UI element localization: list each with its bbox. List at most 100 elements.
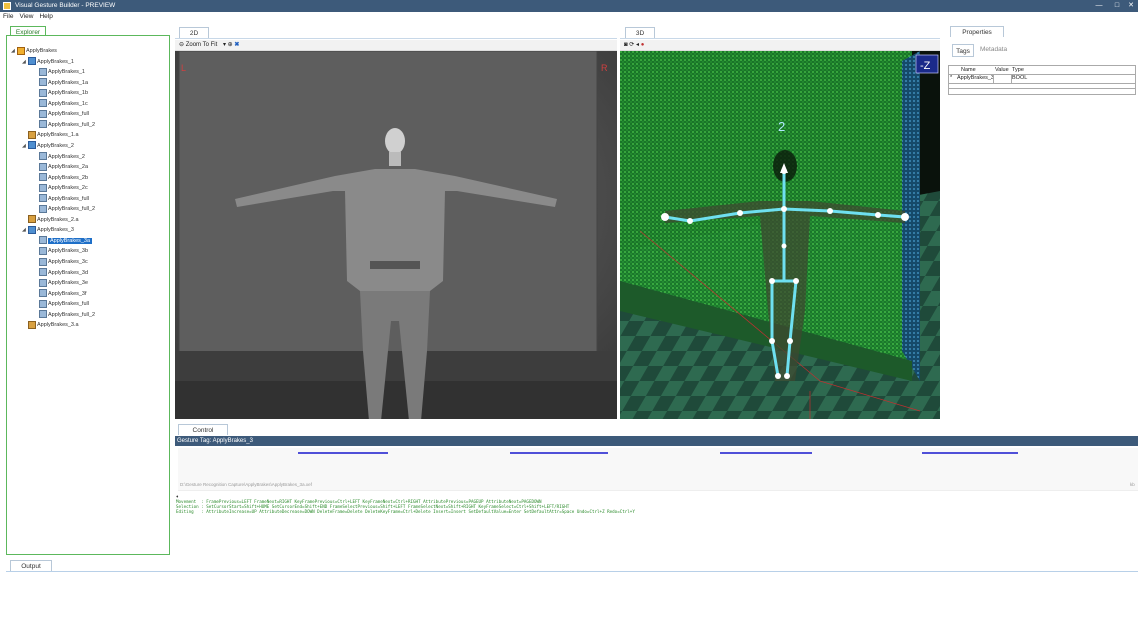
clip-icon	[39, 78, 47, 87]
tree-item-label: ApplyBrakes_2a	[48, 164, 89, 171]
tags-grid: Name Value Type * ApplyBrakes_3 BOOL	[948, 65, 1136, 95]
tree-item[interactable]: ApplyBrakes_full	[33, 194, 89, 204]
window-title: Visual Gesture Builder - PREVIEW	[15, 2, 116, 9]
tab-output[interactable]: Output	[10, 560, 52, 571]
tab-metadata[interactable]: Metadata	[980, 46, 1007, 53]
tab-control[interactable]: Control	[178, 424, 228, 435]
zoom-icon[interactable]: ⊖	[179, 42, 184, 48]
timeline[interactable]: D:\Gesture Recognition Capture\ApplyBrak…	[178, 448, 1138, 491]
tree-item[interactable]: ◢ ApplyBrakes	[11, 46, 57, 56]
clip-icon	[39, 194, 47, 203]
tree-item[interactable]: ApplyBrakes_full	[33, 109, 89, 119]
skeleton-view-3d[interactable]: -Z 2	[620, 51, 940, 419]
tag-name-cell[interactable]: ApplyBrakes_3	[957, 75, 994, 81]
explorer-panel: ◢ ApplyBrakes ◢ ApplyBrakes_1 ApplyBrakes_1 A…	[6, 35, 170, 555]
tree-item[interactable]: ApplyBrakes_3d	[33, 268, 88, 278]
tree-item-label: ApplyBrakes_full_2	[48, 311, 96, 318]
speaker-icon[interactable]: ◂	[636, 42, 639, 48]
tab-3d[interactable]: 3D	[625, 27, 655, 38]
tree-item[interactable]: ApplyBrakes_2c	[33, 183, 88, 193]
tree-item[interactable]: ApplyBrakes_full_2	[33, 310, 95, 320]
clip-icon	[39, 299, 47, 308]
crosshair-icon[interactable]: ⊕	[228, 42, 233, 48]
tree-item-label: ApplyBrakes_1c	[48, 100, 88, 107]
menu-help[interactable]: Help	[36, 12, 55, 22]
tree-item-label: ApplyBrakes_2	[48, 153, 85, 160]
gesture-tag-label: Gesture Tag: ApplyBrakes_3	[177, 438, 253, 444]
minimize-button[interactable]: —	[1092, 1, 1106, 11]
title-bar: Visual Gesture Builder - PREVIEW — □ ✕	[0, 0, 1138, 12]
record-icon[interactable]: ●	[641, 42, 645, 48]
point-cloud: -Z 2	[620, 51, 940, 419]
file-icon	[28, 215, 36, 224]
tree-item-label: ApplyBrakes_2	[37, 142, 74, 149]
tree-item[interactable]: ApplyBrakes_2a	[33, 162, 88, 172]
tree-item[interactable]: ApplyBrakes_3e	[33, 278, 88, 288]
table-row[interactable]	[949, 82, 1135, 89]
tree-item-label: ApplyBrakes_2b	[48, 174, 89, 181]
keyframe-segment[interactable]	[720, 452, 812, 454]
tree-item[interactable]: ◢ ApplyBrakes_2	[22, 141, 74, 151]
tree-item[interactable]: ◢ ApplyBrakes_1	[22, 57, 74, 67]
gesture-tag-bar: Gesture Tag: ApplyBrakes_3	[175, 436, 1138, 446]
close-button[interactable]: ✕	[1124, 1, 1138, 11]
clip-icon	[39, 246, 47, 255]
tree-item-label: ApplyBrakes_1.a	[37, 132, 79, 139]
tab-2d[interactable]: 2D	[179, 27, 209, 38]
zoom-to-fit-button[interactable]: Zoom To Fit	[186, 42, 218, 48]
clip-icon	[39, 67, 47, 76]
tree-item-label: ApplyBrakes_full_2	[48, 206, 96, 213]
tree-item[interactable]: ApplyBrakes_2	[33, 152, 85, 162]
depth-view-2d[interactable]: L R	[175, 51, 617, 419]
tree-item-label: ApplyBrakes_3f	[48, 290, 87, 297]
corner-label-left: L	[181, 63, 186, 73]
tree-item[interactable]: ApplyBrakes_1b	[33, 88, 88, 98]
column-name: Name	[961, 67, 976, 73]
tree-item-label: ApplyBrakes_1a	[48, 79, 89, 86]
tree-item[interactable]: ApplyBrakes_3a	[33, 236, 93, 246]
tree-item-label: ApplyBrakes_full_2	[48, 121, 96, 128]
maximize-button[interactable]: □	[1110, 1, 1124, 11]
tree-item[interactable]: ApplyBrakes_3.a	[22, 320, 79, 330]
clip-icon	[39, 173, 47, 182]
tag-type-cell[interactable]: BOOL	[1012, 75, 1027, 81]
tree-item-label: ApplyBrakes_1	[37, 58, 74, 65]
tree-item[interactable]: ApplyBrakes_full_2	[33, 120, 95, 130]
keyframe-segment[interactable]	[922, 452, 1018, 454]
tree-item[interactable]: ApplyBrakes_3b	[33, 246, 88, 256]
tree-item[interactable]: ApplyBrakes_3c	[33, 257, 88, 267]
tree-item-label: ApplyBrakes_3d	[48, 269, 89, 276]
tree-item[interactable]: ApplyBrakes_1.a	[22, 130, 79, 140]
tree-item-label: ApplyBrakes_3	[37, 227, 74, 234]
column-type: Type	[1012, 67, 1024, 73]
tree-item[interactable]: ApplyBrakes_full	[33, 299, 89, 309]
properties-panel: Tags Metadata Name Value Type * ApplyBra…	[944, 38, 1138, 419]
tree-item[interactable]: ApplyBrakes_1c	[33, 99, 88, 109]
body-index-label: 2	[778, 119, 785, 134]
tab-properties[interactable]: Properties	[950, 26, 1004, 37]
tree-item[interactable]: ApplyBrakes_2.a	[22, 215, 79, 225]
clip-icon	[39, 162, 47, 171]
tree-item-label: ApplyBrakes_3c	[48, 259, 88, 265]
tree-item[interactable]: ApplyBrakes_1a	[33, 78, 88, 88]
tree-item[interactable]: ◢ ApplyBrakes_3	[22, 225, 74, 235]
tab-tags[interactable]: Tags	[952, 44, 974, 57]
menu-file[interactable]: File	[0, 12, 16, 22]
clip-icon	[39, 204, 47, 213]
clip-icon	[39, 278, 47, 287]
close-icon[interactable]: ✖	[234, 42, 239, 48]
keyframe-segment[interactable]	[510, 452, 608, 454]
tree-item[interactable]: ApplyBrakes_full_2	[33, 204, 95, 214]
clip-icon	[39, 257, 47, 266]
clip-icon	[39, 120, 47, 129]
tree-item[interactable]: ApplyBrakes_3f	[33, 289, 87, 299]
rotate-icon[interactable]: ⟳	[629, 42, 634, 48]
camera-icon[interactable]: ◙	[624, 42, 628, 48]
dropdown-icon[interactable]: ▾	[223, 42, 226, 48]
tree-item[interactable]: ApplyBrakes_1	[33, 67, 85, 77]
tree-item[interactable]: ApplyBrakes_2b	[33, 173, 88, 183]
clip-icon	[39, 109, 47, 118]
clip-icon	[39, 268, 47, 277]
menu-view[interactable]: View	[16, 12, 36, 22]
keyframe-segment[interactable]	[298, 452, 388, 454]
